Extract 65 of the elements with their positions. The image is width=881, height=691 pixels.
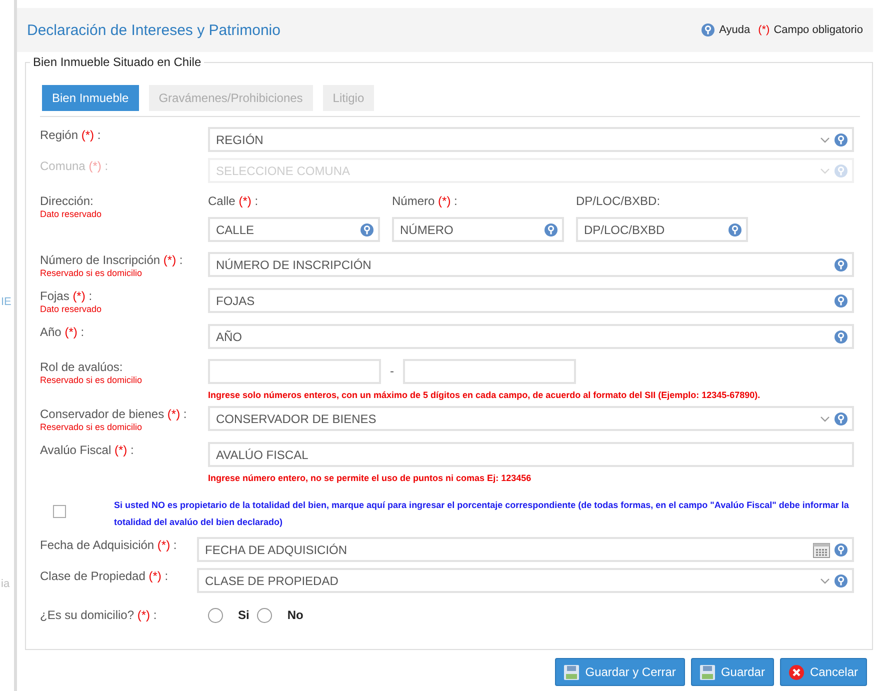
- chevron-down-icon[interactable]: [820, 416, 830, 422]
- help-icon[interactable]: [701, 23, 716, 37]
- checkbox[interactable]: [53, 505, 66, 518]
- field-label: Región (*) :: [40, 127, 102, 143]
- background-text: ia: [1, 578, 11, 590]
- help-icon[interactable]: [834, 574, 848, 588]
- help-icon[interactable]: [834, 330, 848, 344]
- help-link[interactable]: Ayuda: [719, 24, 750, 36]
- calendar-icon[interactable]: [813, 542, 830, 558]
- required-legend: Campo obligatorio: [774, 24, 863, 36]
- help-icon[interactable]: [834, 412, 848, 426]
- input-field[interactable]: AVALÚO FISCAL: [208, 442, 854, 467]
- field-hint: Ingrese solo números enteros, con un máximo de 5 dígitos en cada campo, de acuerdo al formato del SII (Ejemplo: 12345-67890).: [208, 390, 762, 400]
- help-icon[interactable]: [834, 132, 848, 146]
- help-icon[interactable]: [834, 542, 848, 556]
- input-field[interactable]: AÑO: [208, 324, 854, 349]
- field-label: Conservador de bienes (*) :: [40, 406, 188, 422]
- reserved-note: Dato reservado: [40, 209, 103, 219]
- required-marker: (*): [758, 24, 770, 36]
- input-field[interactable]: CALLE: [208, 217, 380, 242]
- radio-button[interactable]: [257, 608, 272, 622]
- input-field[interactable]: NÚMERO: [392, 217, 564, 242]
- field-hint: Ingrese número entero, no se permite el uso de puntos ni comas Ej: 123456: [208, 473, 532, 483]
- help-icon[interactable]: [544, 222, 558, 236]
- reserved-note: Reservado si es domicilio: [40, 422, 144, 432]
- help-icon[interactable]: [360, 222, 374, 236]
- help-icon[interactable]: [834, 294, 848, 308]
- field-label: Fecha de Adquisición (*) :: [40, 537, 178, 553]
- help-icon[interactable]: [834, 258, 848, 272]
- reserved-note: Reservado si es domicilio: [40, 268, 144, 278]
- field-label: Rol de avalúos:: [40, 359, 124, 375]
- select-field[interactable]: REGIÓN: [208, 127, 854, 152]
- date-field[interactable]: FECHA DE ADQUISICIÓN: [197, 537, 854, 562]
- field-label: Número (*) :: [392, 193, 458, 209]
- input-field[interactable]: [403, 359, 576, 384]
- input-field[interactable]: [208, 359, 381, 384]
- section-legend: Bien Inmueble Situado en Chile: [30, 55, 204, 69]
- chevron-down-icon[interactable]: [820, 578, 830, 584]
- close-icon: [788, 664, 804, 680]
- field-label: Fojas (*) :: [40, 288, 94, 304]
- radio-button[interactable]: [208, 608, 223, 622]
- input-field[interactable]: NÚMERO DE INSCRIPCIÓN: [208, 252, 854, 277]
- field-label: Comuna (*) :: [40, 158, 110, 174]
- dialog-title: Declaración de Intereses y Patrimonio: [27, 22, 280, 38]
- radio-label: No: [287, 608, 304, 622]
- chevron-down-icon[interactable]: [820, 136, 830, 142]
- field-label: DP/LOC/BXBD:: [576, 193, 662, 209]
- background-text: IE: [1, 296, 12, 308]
- reserved-note: Reservado si es domicilio: [40, 375, 144, 385]
- separator-dash: -: [389, 363, 395, 380]
- field-label: Año (*) :: [40, 324, 86, 340]
- field-label: Avalúo Fiscal (*) :: [40, 442, 135, 458]
- help-icon[interactable]: [728, 222, 742, 236]
- select-field[interactable]: CLASE DE PROPIEDAD: [197, 568, 854, 593]
- ownership-note: Si usted NO es propietario de la totalidad del bien, marque aquí para ingresar el porcentaje correspondiente (de todas formas, en el campo "Avalúo Fiscal" debe informar la totalidad del avalúo del bien declarado): [114, 499, 850, 529]
- select-field[interactable]: CONSERVADOR DE BIENES: [208, 406, 854, 431]
- input-field[interactable]: FOJAS: [208, 288, 854, 313]
- field-label: Dirección:: [40, 193, 94, 209]
- field-label: Clase de Propiedad (*) :: [40, 568, 170, 584]
- field-label: ¿Es su domicilio? (*) :: [40, 607, 158, 623]
- radio-label: Si: [238, 608, 250, 622]
- reserved-note: Dato reservado: [40, 304, 103, 314]
- input-field[interactable]: DP/LOC/BXBD: [576, 217, 748, 242]
- field-label: Número de Inscripción (*) :: [40, 252, 184, 268]
- field-label: Calle (*) :: [208, 193, 260, 209]
